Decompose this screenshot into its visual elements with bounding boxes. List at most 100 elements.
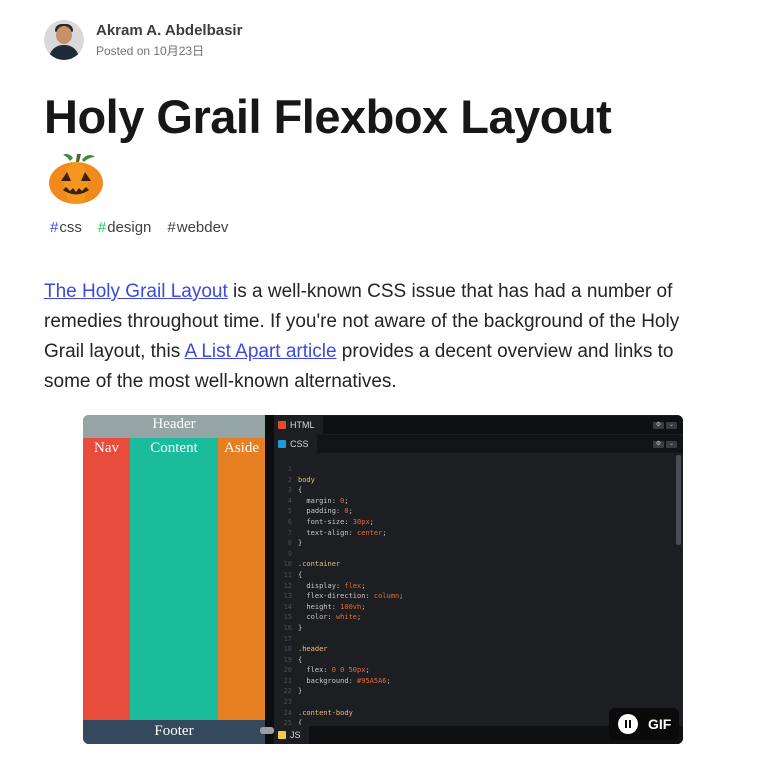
line-number: 13: [283, 592, 292, 601]
css-tabbar: CSS ⚙ ⌄: [274, 435, 683, 453]
resize-handle: [260, 727, 274, 734]
html-icon: [278, 421, 286, 429]
code-line: 21 background: #95A5A6;: [274, 676, 676, 687]
line-number: 1: [287, 465, 292, 473]
code-text: margin: 0;: [298, 496, 349, 505]
line-number: 11: [283, 570, 292, 579]
code-text: {: [298, 486, 303, 495]
tag-webdev[interactable]: #webdev: [167, 219, 228, 236]
line-number: 15: [283, 613, 292, 622]
line-number: 2: [287, 475, 292, 484]
gear-icon: ⚙: [653, 440, 664, 448]
code-line: 12 display: flex;: [274, 581, 676, 592]
tab-css: CSS: [274, 435, 317, 453]
preview-aside: Aside: [218, 438, 265, 720]
line-number: 16: [283, 623, 292, 632]
code-text: }: [298, 623, 303, 632]
code-line: 15 color: white;: [274, 612, 676, 623]
jack-o-lantern-icon: [49, 154, 103, 204]
pause-icon: [618, 714, 638, 734]
code-text: }: [298, 539, 303, 548]
preview-header: Header: [83, 415, 265, 438]
code-line: 22}: [274, 686, 676, 697]
a-list-apart-link[interactable]: A List Apart article: [184, 341, 336, 362]
code-line: 6 font-size: 30px;: [274, 517, 676, 528]
code-text: {: [298, 570, 303, 579]
html-tabbar: HTML ⚙ ⌄: [274, 416, 683, 434]
code-line: 16}: [274, 623, 676, 634]
line-number: 23: [283, 698, 292, 707]
code-text: height: 100vh;: [298, 602, 366, 611]
line-number: 3: [287, 486, 292, 495]
tag-label: design: [107, 219, 152, 236]
preview-footer: Footer: [83, 720, 265, 744]
line-number: 5: [287, 507, 292, 516]
code-line: 9: [274, 549, 676, 560]
line-number: 7: [287, 528, 292, 537]
code-editor: HTML ⚙ ⌄ CSS ⚙ ⌄ 1 2 body 3{4 margin: 0; 5 pad…: [274, 415, 683, 744]
holy-grail-link[interactable]: The Holy Grail Layout: [44, 281, 228, 302]
tab-js: JS: [274, 726, 309, 744]
code-line: 19 {: [274, 655, 676, 666]
line-number: 18: [283, 645, 292, 654]
code-line: 20 flex: 0 0 50px;: [274, 665, 676, 676]
line-number: 4: [287, 496, 292, 505]
code-line: 14 height: 100vh;: [274, 602, 676, 613]
author-name[interactable]: Akram A. Abdelbasir: [96, 21, 242, 41]
code-text: body: [298, 475, 315, 484]
css-code: 1 2 body 3{4 margin: 0; 5 padding: 0; 6 font-…: [274, 455, 676, 725]
js-icon: [278, 731, 286, 739]
author-meta: Akram A. Abdelbasir Posted on 10月23日: [96, 21, 242, 59]
line-number: 6: [287, 517, 292, 526]
code-text: .header: [298, 645, 328, 654]
tag-css[interactable]: #css: [50, 219, 82, 236]
post-date: Posted on 10月23日: [96, 44, 205, 58]
line-number: 10: [283, 560, 292, 569]
code-line: 1: [274, 464, 676, 475]
preview-content: Content: [130, 438, 218, 720]
layout-preview: Header Nav Content Aside Footer: [83, 415, 265, 744]
code-text: flex-direction: column;: [298, 592, 404, 601]
tag-label: webdev: [176, 219, 229, 236]
chevron-down-icon: ⌄: [666, 421, 677, 429]
gear-icon: ⚙: [653, 421, 664, 429]
tab-label: CSS: [290, 439, 309, 449]
code-line: 2 body: [274, 475, 676, 486]
code-line: 3{: [274, 485, 676, 496]
gif-pause-button[interactable]: GIF: [609, 708, 679, 740]
line-number: 20: [283, 666, 292, 675]
tab-label: JS: [290, 730, 301, 740]
code-text: flex: 0 0 50px;: [298, 666, 370, 675]
code-line: 8}: [274, 538, 676, 549]
code-line: 10 .container: [274, 559, 676, 570]
line-number: 12: [283, 581, 292, 590]
tag-design[interactable]: #design: [98, 219, 152, 236]
article-paragraph: The Holy Grail Layout is a well-known CS…: [44, 277, 724, 397]
tab-html: HTML: [274, 416, 323, 434]
code-text: padding: 0;: [298, 507, 353, 516]
article-gif: Header Nav Content Aside Footer HTML ⚙ ⌄ …: [83, 415, 683, 744]
author-block: Akram A. Abdelbasir Posted on 10月23日: [44, 20, 242, 60]
code-text: text-align: center;: [298, 528, 387, 537]
code-line: 4 margin: 0;: [274, 496, 676, 507]
code-text: display: flex;: [298, 581, 366, 590]
code-line: 13 flex-direction: column;: [274, 591, 676, 602]
preview-nav: Nav: [83, 438, 130, 720]
chevron-down-icon: ⌄: [666, 440, 677, 448]
gif-label: GIF: [648, 716, 672, 732]
line-number: 14: [283, 602, 292, 611]
line-number: 19: [283, 655, 292, 664]
code-text: .container: [298, 560, 341, 569]
article-title: Holy Grail Flexbox Layout: [44, 90, 612, 143]
tag-label: css: [59, 219, 82, 236]
author-avatar[interactable]: [44, 20, 84, 60]
tag-hash: #: [50, 219, 59, 236]
tab-label: HTML: [290, 420, 315, 430]
code-text: color: white;: [298, 613, 362, 622]
code-line: 7 text-align: center;: [274, 528, 676, 539]
code-line: 17: [274, 634, 676, 645]
line-number: 17: [283, 634, 292, 643]
line-number: 8: [287, 539, 292, 548]
line-number: 24: [283, 708, 292, 717]
line-number: 9: [287, 549, 292, 558]
